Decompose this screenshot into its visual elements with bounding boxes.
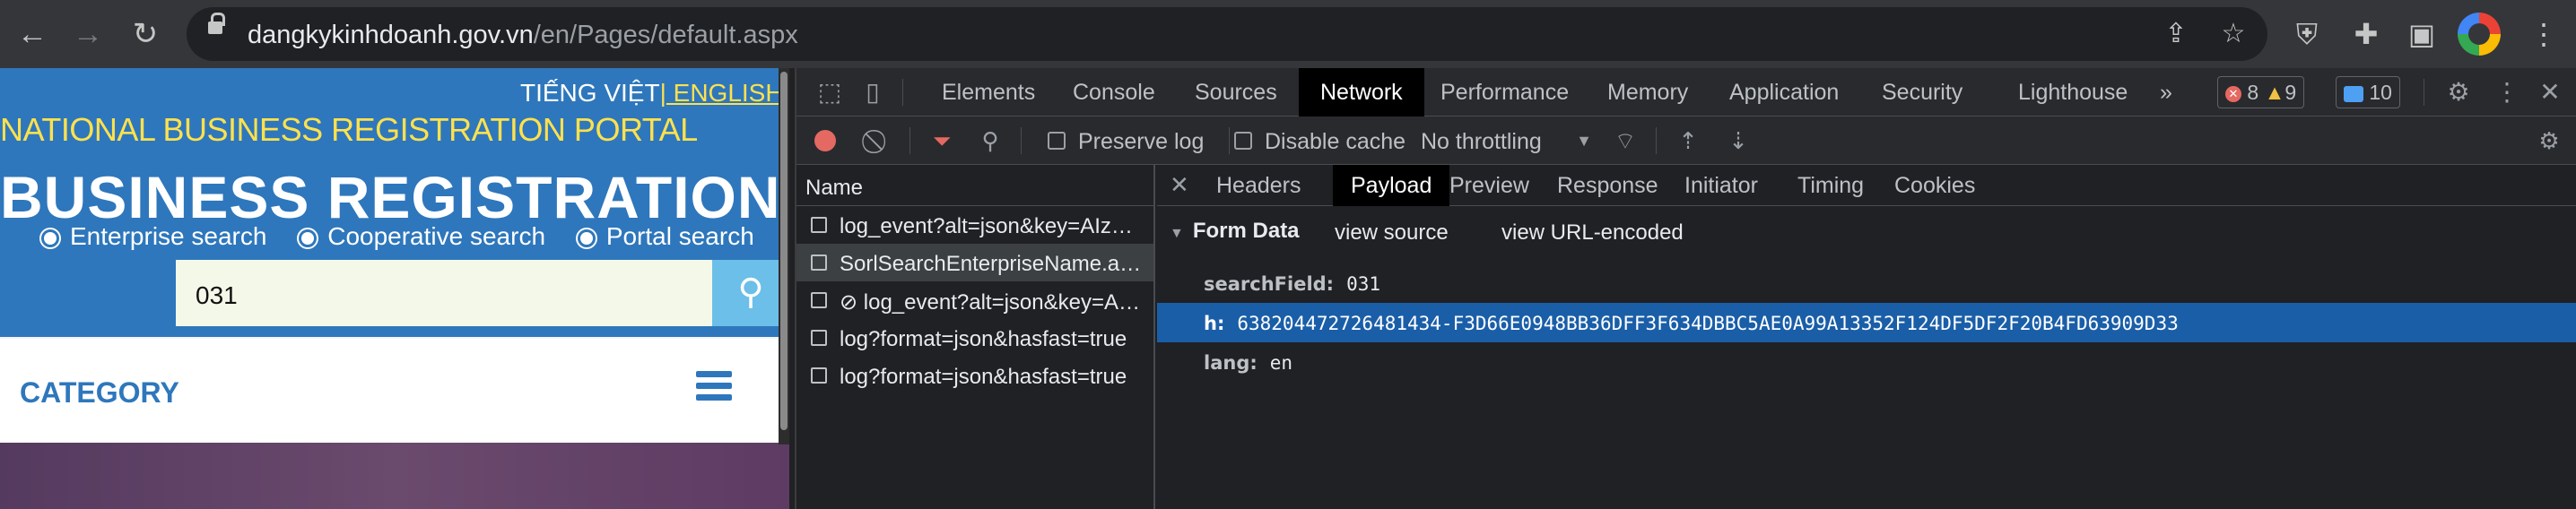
close-devtools-icon[interactable]: ✕ <box>2535 77 2565 108</box>
list-item[interactable]: ⊘ log_event?alt=json&key=AIzaSy <box>796 281 1153 319</box>
form-field-searchfield[interactable]: searchField: 031 <box>1157 263 2576 303</box>
preserve-log-label: Preserve log <box>1078 129 1205 154</box>
browser-toolbar: ← → ↻ dangkykinhdoanh.gov.vn/en/Pages/de… <box>0 0 2576 68</box>
close-detail-icon[interactable]: ✕ <box>1170 165 1189 204</box>
tab-network[interactable]: Network <box>1299 68 1424 116</box>
list-item[interactable]: SorlSearchEnterpriseName.aspx <box>796 244 1153 281</box>
request-type-icon <box>811 367 827 384</box>
disable-cache-label: Disable cache <box>1265 129 1406 154</box>
tab-response[interactable]: Response <box>1557 165 1658 206</box>
shield-extension-icon[interactable]: ⛨ <box>2285 13 2328 56</box>
import-har-icon[interactable]: ⇡ <box>1674 126 1702 155</box>
tab-initiator[interactable]: Initiator <box>1684 165 1758 206</box>
view-source-link[interactable]: view source <box>1335 220 1449 246</box>
address-bar[interactable]: dangkykinhdoanh.gov.vn/en/Pages/default.… <box>187 7 2267 61</box>
radio-portal-search[interactable]: Portal search <box>577 222 754 251</box>
tab-preview[interactable]: Preview <box>1449 165 1529 206</box>
list-item[interactable]: log?format=json&hasfast=true <box>796 357 1153 394</box>
view-url-encoded-link[interactable]: view URL-encoded <box>1501 220 1684 246</box>
radio-cooperative-search[interactable]: Cooperative search <box>299 222 545 251</box>
page-scrollbar[interactable] <box>779 68 789 444</box>
share-icon[interactable]: ⇪ <box>2160 18 2192 50</box>
disable-cache-checkbox[interactable] <box>1234 132 1252 150</box>
side-panel-icon[interactable]: ▣ <box>2400 13 2443 56</box>
lang-english-link[interactable]: ENGLISH <box>666 79 784 107</box>
forward-arrow-icon[interactable]: → <box>65 11 111 57</box>
banner-image <box>0 443 789 509</box>
lock-icon[interactable] <box>208 13 225 34</box>
tab-headers[interactable]: Headers <box>1216 165 1301 206</box>
devtools-panel: ⬚ ▯ Elements Console Sources Network Per… <box>795 68 2576 509</box>
portal-title: NATIONAL BUSINESS REGISTRATION PORTAL <box>0 111 698 148</box>
hamburger-menu-icon[interactable] <box>696 371 732 407</box>
network-toolbar: ⃠ ⏷ ⚲ Preserve log Disable cache No thro… <box>796 116 2576 165</box>
tab-sources[interactable]: Sources <box>1195 68 1277 116</box>
preserve-log-checkbox[interactable] <box>1048 132 1066 150</box>
tab-lighthouse[interactable]: Lighthouse <box>2018 68 2128 116</box>
error-icon: ✕ <box>2225 85 2241 102</box>
site-header: TIẾNG VIỆT| ENGLISH NATIONAL BUSINESS RE… <box>0 68 789 337</box>
tab-security[interactable]: Security <box>1882 68 1962 116</box>
detail-tab-bar: ✕ Headers Payload Preview Response Initi… <box>1157 165 2576 206</box>
inspect-element-icon[interactable]: ⬚ <box>814 77 845 108</box>
form-field-h[interactable]: h: 638204472726481434-F3D66E0948BB36DFF3F… <box>1157 303 2576 342</box>
url-text[interactable]: dangkykinhdoanh.gov.vn/en/Pages/default.… <box>248 21 798 50</box>
request-type-icon <box>811 217 827 233</box>
warning-icon: ▲ <box>2264 81 2285 104</box>
tab-performance[interactable]: Performance <box>1440 68 1569 116</box>
export-har-icon[interactable]: ⇣ <box>1724 126 1753 155</box>
issues-badge[interactable]: ✕ 8 ▲9 <box>2217 76 2305 108</box>
site-search-input[interactable]: 031 <box>176 260 712 326</box>
tab-elements[interactable]: Elements <box>942 68 1035 116</box>
lang-vietnamese-link[interactable]: TIẾNG VIỆT <box>520 79 660 107</box>
clear-icon[interactable]: ⃠ <box>865 126 893 155</box>
web-page: TIẾNG VIỆT| ENGLISH NATIONAL BUSINESS RE… <box>0 68 789 509</box>
request-type-icon <box>811 292 827 308</box>
main-title: BUSINESS REGISTRATION <box>0 164 781 230</box>
tab-memory[interactable]: Memory <box>1607 68 1688 116</box>
device-toolbar-icon[interactable]: ▯ <box>857 77 888 108</box>
language-switch: TIẾNG VIỆT| ENGLISH <box>520 79 784 108</box>
bookmark-star-icon[interactable]: ☆ <box>2217 18 2250 50</box>
settings-gear-icon[interactable]: ⚙ <box>2443 77 2474 108</box>
request-list: Name log_event?alt=json&key=AIzaSy SorlS… <box>796 165 1155 509</box>
category-label[interactable]: CATEGORY <box>20 376 179 410</box>
tab-console[interactable]: Console <box>1073 68 1155 116</box>
puzzle-extensions-icon[interactable]: ✚ <box>2345 13 2388 56</box>
devtools-kebab-icon[interactable]: ⋮ <box>2492 77 2522 108</box>
tab-timing[interactable]: Timing <box>1797 165 1864 206</box>
search-type-radios: Enterprise search Cooperative search Por… <box>41 222 779 251</box>
network-conditions-icon[interactable]: ⌔ <box>1611 126 1640 155</box>
list-item[interactable]: log?format=json&hasfast=true <box>796 319 1153 357</box>
search-icon[interactable]: ⚲ <box>976 126 1005 155</box>
tab-application[interactable]: Application <box>1729 68 1839 116</box>
lang-separator: | <box>659 79 666 107</box>
kebab-menu-icon[interactable]: ⋮ <box>2522 13 2565 56</box>
tab-payload[interactable]: Payload <box>1333 165 1450 206</box>
messages-badge[interactable]: 10 <box>2336 76 2400 108</box>
record-icon[interactable] <box>814 130 836 151</box>
chevron-down-icon[interactable]: ▼ <box>1570 126 1598 155</box>
throttling-select[interactable]: No throttling <box>1421 129 1542 155</box>
more-tabs-icon[interactable]: » <box>2160 68 2172 116</box>
request-detail: ✕ Headers Payload Preview Response Initi… <box>1157 165 2576 509</box>
network-settings-gear-icon[interactable]: ⚙ <box>2535 126 2563 155</box>
list-item[interactable]: log_event?alt=json&key=AIzaSy <box>796 206 1153 244</box>
form-field-lang[interactable]: lang: en <box>1157 342 2576 382</box>
request-type-icon <box>811 254 827 271</box>
form-data-toggle[interactable]: ▼ Form Data <box>1170 219 1300 244</box>
tab-cookies[interactable]: Cookies <box>1894 165 1975 206</box>
filter-icon[interactable]: ⏷ <box>927 126 956 155</box>
reload-icon[interactable]: ↻ <box>122 11 169 57</box>
devtools-tab-bar: ⬚ ▯ Elements Console Sources Network Per… <box>796 68 2576 116</box>
profile-avatar[interactable] <box>2458 13 2501 56</box>
triangle-down-icon: ▼ <box>1170 226 1184 241</box>
back-arrow-icon[interactable]: ← <box>9 11 56 57</box>
message-icon <box>2344 85 2363 102</box>
name-column-header[interactable]: Name <box>796 165 1153 206</box>
radio-enterprise-search[interactable]: Enterprise search <box>41 222 266 251</box>
category-bar: CATEGORY <box>0 339 789 443</box>
request-type-icon <box>811 330 827 346</box>
